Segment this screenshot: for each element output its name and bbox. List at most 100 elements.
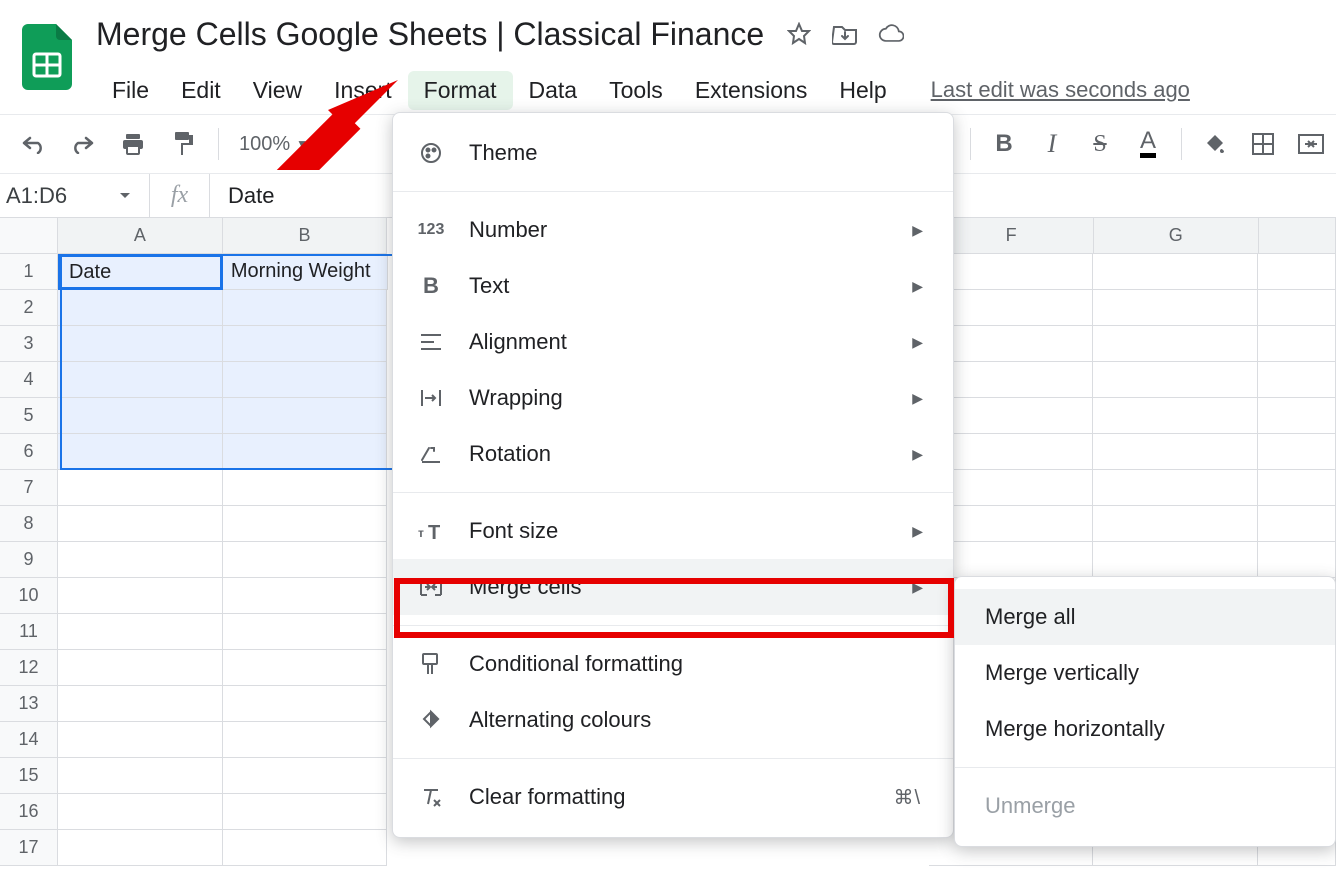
menu-view[interactable]: View — [237, 71, 318, 110]
sheets-logo[interactable] — [22, 24, 72, 90]
cell[interactable] — [58, 794, 223, 830]
menu-item-alignment[interactable]: Alignment ▶ — [393, 314, 953, 370]
cell[interactable] — [223, 362, 388, 398]
paint-format-icon[interactable] — [168, 129, 198, 159]
last-edit-link[interactable]: Last edit was seconds ago — [931, 77, 1190, 103]
cell[interactable] — [1093, 326, 1258, 362]
submenu-merge-vertically[interactable]: Merge vertically — [955, 645, 1335, 701]
row-header[interactable]: 15 — [0, 758, 58, 794]
menu-item-font-size[interactable]: ᴛT Font size ▶ — [393, 503, 953, 559]
cell[interactable] — [58, 614, 223, 650]
redo-icon[interactable] — [68, 129, 98, 159]
cell[interactable] — [223, 686, 388, 722]
zoom-dropdown[interactable]: 100% ▼ — [239, 133, 308, 156]
menu-tools[interactable]: Tools — [593, 71, 679, 110]
column-header[interactable]: B — [223, 218, 388, 254]
cell[interactable] — [223, 434, 388, 470]
menu-item-merge-cells[interactable]: Merge cells ▶ — [393, 559, 953, 615]
menu-extensions[interactable]: Extensions — [679, 71, 824, 110]
cell[interactable] — [58, 398, 223, 434]
cell[interactable] — [1258, 470, 1336, 506]
formula-input[interactable]: Date — [210, 183, 274, 209]
cell[interactable] — [223, 398, 388, 434]
cell[interactable]: Date — [58, 254, 223, 290]
cell[interactable] — [223, 542, 388, 578]
cell[interactable] — [223, 290, 388, 326]
cell[interactable] — [58, 434, 223, 470]
cell[interactable] — [58, 326, 223, 362]
menu-data[interactable]: Data — [513, 71, 594, 110]
column-header[interactable]: A — [58, 218, 223, 254]
cell[interactable] — [1093, 542, 1258, 578]
submenu-merge-all[interactable]: Merge all — [955, 589, 1335, 645]
merge-cells-toolbar-icon[interactable] — [1296, 129, 1326, 159]
cell[interactable] — [1093, 470, 1258, 506]
cell[interactable] — [58, 542, 223, 578]
name-box[interactable]: A1:D6 — [0, 174, 150, 217]
cell[interactable] — [223, 830, 388, 866]
cell[interactable] — [58, 650, 223, 686]
cell[interactable] — [1093, 254, 1258, 290]
star-icon[interactable] — [786, 21, 812, 47]
doc-title[interactable]: Merge Cells Google Sheets | Classical Fi… — [96, 16, 764, 53]
cell[interactable] — [58, 578, 223, 614]
menu-item-alternating-colours[interactable]: Alternating colours — [393, 692, 953, 748]
menu-edit[interactable]: Edit — [165, 71, 237, 110]
text-color-button[interactable]: A — [1133, 129, 1163, 159]
cell[interactable] — [58, 686, 223, 722]
cell[interactable] — [1093, 506, 1258, 542]
cell[interactable] — [1093, 362, 1258, 398]
row-header[interactable]: 9 — [0, 542, 58, 578]
submenu-merge-horizontally[interactable]: Merge horizontally — [955, 701, 1335, 757]
print-icon[interactable] — [118, 129, 148, 159]
row-header[interactable]: 12 — [0, 650, 58, 686]
cell[interactable] — [1258, 362, 1336, 398]
cell[interactable] — [1093, 290, 1258, 326]
cell[interactable] — [58, 470, 223, 506]
cell[interactable] — [223, 758, 388, 794]
bold-button[interactable]: B — [989, 129, 1019, 159]
move-to-drive-icon[interactable] — [832, 21, 858, 47]
row-header[interactable]: 2 — [0, 290, 58, 326]
italic-button[interactable]: I — [1037, 129, 1067, 159]
cell[interactable] — [223, 794, 388, 830]
menu-insert[interactable]: Insert — [318, 71, 408, 110]
cell[interactable] — [58, 758, 223, 794]
row-header[interactable]: 5 — [0, 398, 58, 434]
cell[interactable] — [223, 650, 388, 686]
cell[interactable] — [1258, 542, 1336, 578]
borders-icon[interactable] — [1248, 129, 1278, 159]
row-header[interactable]: 6 — [0, 434, 58, 470]
cell[interactable] — [223, 722, 388, 758]
cell[interactable] — [223, 506, 388, 542]
cell[interactable] — [1258, 254, 1336, 290]
row-header[interactable]: 8 — [0, 506, 58, 542]
cell[interactable] — [58, 506, 223, 542]
cell[interactable] — [1258, 326, 1336, 362]
row-header[interactable]: 13 — [0, 686, 58, 722]
cell[interactable] — [223, 578, 388, 614]
row-header[interactable]: 11 — [0, 614, 58, 650]
cell[interactable] — [58, 830, 223, 866]
cell[interactable] — [1258, 506, 1336, 542]
cloud-status-icon[interactable] — [878, 21, 904, 47]
cell[interactable] — [58, 362, 223, 398]
menu-item-text[interactable]: B Text ▶ — [393, 258, 953, 314]
cell[interactable] — [1258, 434, 1336, 470]
cell[interactable]: Morning Weight — [223, 254, 388, 290]
menu-item-theme[interactable]: Theme — [393, 125, 953, 181]
menu-item-wrapping[interactable]: Wrapping ▶ — [393, 370, 953, 426]
row-header[interactable]: 16 — [0, 794, 58, 830]
menu-item-clear-formatting[interactable]: Clear formatting ⌘\ — [393, 769, 953, 825]
cell[interactable] — [1258, 398, 1336, 434]
cell[interactable] — [223, 614, 388, 650]
cell[interactable] — [223, 326, 388, 362]
cell[interactable] — [1258, 290, 1336, 326]
cell[interactable] — [1093, 398, 1258, 434]
menu-format[interactable]: Format — [408, 71, 513, 110]
cell[interactable] — [1093, 434, 1258, 470]
fill-color-icon[interactable] — [1200, 129, 1230, 159]
row-header[interactable]: 4 — [0, 362, 58, 398]
select-all-corner[interactable] — [0, 218, 58, 254]
strikethrough-button[interactable]: S — [1085, 129, 1115, 159]
